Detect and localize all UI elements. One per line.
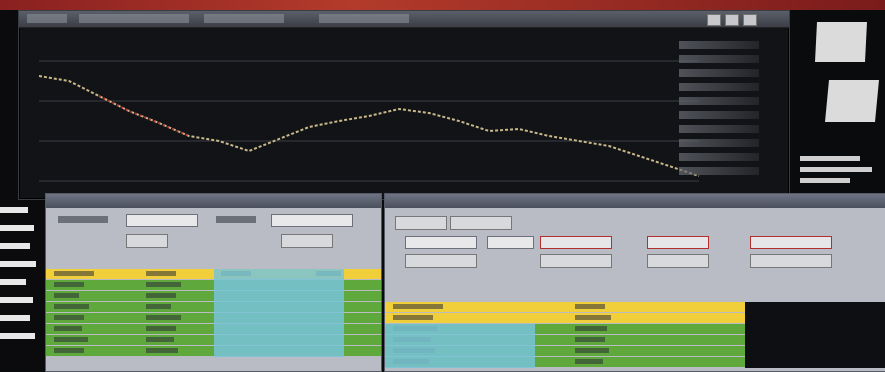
symbol-input[interactable] [126, 214, 198, 227]
price-axis-label [679, 125, 759, 133]
brand-subtext-line [800, 156, 860, 161]
chart-window[interactable] [18, 10, 790, 200]
price-axis-label [679, 167, 759, 175]
brand-subtext [800, 150, 885, 189]
field-label [58, 216, 108, 223]
qty-input[interactable] [487, 236, 534, 249]
tab-positions[interactable] [450, 216, 512, 230]
position-window[interactable] [384, 193, 885, 372]
stop-price-field[interactable] [540, 236, 612, 249]
target-price-field[interactable] [750, 236, 832, 249]
price-chart[interactable] [39, 41, 739, 191]
left-side-row [0, 205, 40, 215]
price-axis-label [679, 69, 759, 77]
top-banner-strip [0, 0, 885, 10]
brand-logo [815, 22, 879, 122]
window-title-text [319, 14, 409, 23]
blue-column-block [214, 269, 344, 357]
price-axis-label [679, 139, 759, 147]
left-side-row [0, 331, 40, 341]
price-line [39, 75, 700, 177]
price-axis [679, 35, 759, 195]
price-axis-label [679, 97, 759, 105]
limit-price-field[interactable] [647, 236, 709, 249]
left-side-row [0, 295, 40, 305]
submit-button[interactable] [405, 254, 477, 268]
quantity-input[interactable] [271, 214, 353, 227]
price-axis-label [679, 55, 759, 63]
modify-button[interactable] [540, 254, 612, 268]
left-side-row [0, 277, 40, 287]
price-axis-label [679, 83, 759, 91]
maximize-icon[interactable] [725, 14, 739, 26]
left-side-row [0, 241, 40, 251]
minimize-icon[interactable] [707, 14, 721, 26]
price-axis-label [679, 41, 759, 49]
window-title-text [27, 14, 67, 23]
chart-window-titlebar[interactable] [19, 11, 789, 28]
position-window-titlebar[interactable] [385, 194, 885, 208]
brand-subtext-line [800, 178, 850, 183]
tab-orders[interactable] [395, 216, 447, 230]
price-axis-label [679, 153, 759, 161]
close-icon[interactable] [743, 14, 757, 26]
left-side-row [0, 259, 40, 269]
price-axis-label [679, 111, 759, 119]
dark-side-column [745, 302, 885, 368]
sell-button[interactable] [281, 234, 333, 248]
left-side-row [0, 313, 40, 323]
left-side-row [0, 223, 40, 233]
blue-column-block [385, 324, 535, 368]
flatten-button[interactable] [750, 254, 832, 268]
order-window-titlebar[interactable] [46, 194, 381, 208]
window-title-text [79, 14, 189, 23]
window-title-text [204, 14, 284, 23]
brand-subtext-line [800, 167, 872, 172]
brand-banner [805, 14, 885, 144]
order-entry-window[interactable] [45, 193, 382, 372]
field-label [216, 216, 256, 223]
cancel-button[interactable] [647, 254, 709, 268]
account-input[interactable] [405, 236, 477, 249]
buy-button[interactable] [126, 234, 168, 248]
